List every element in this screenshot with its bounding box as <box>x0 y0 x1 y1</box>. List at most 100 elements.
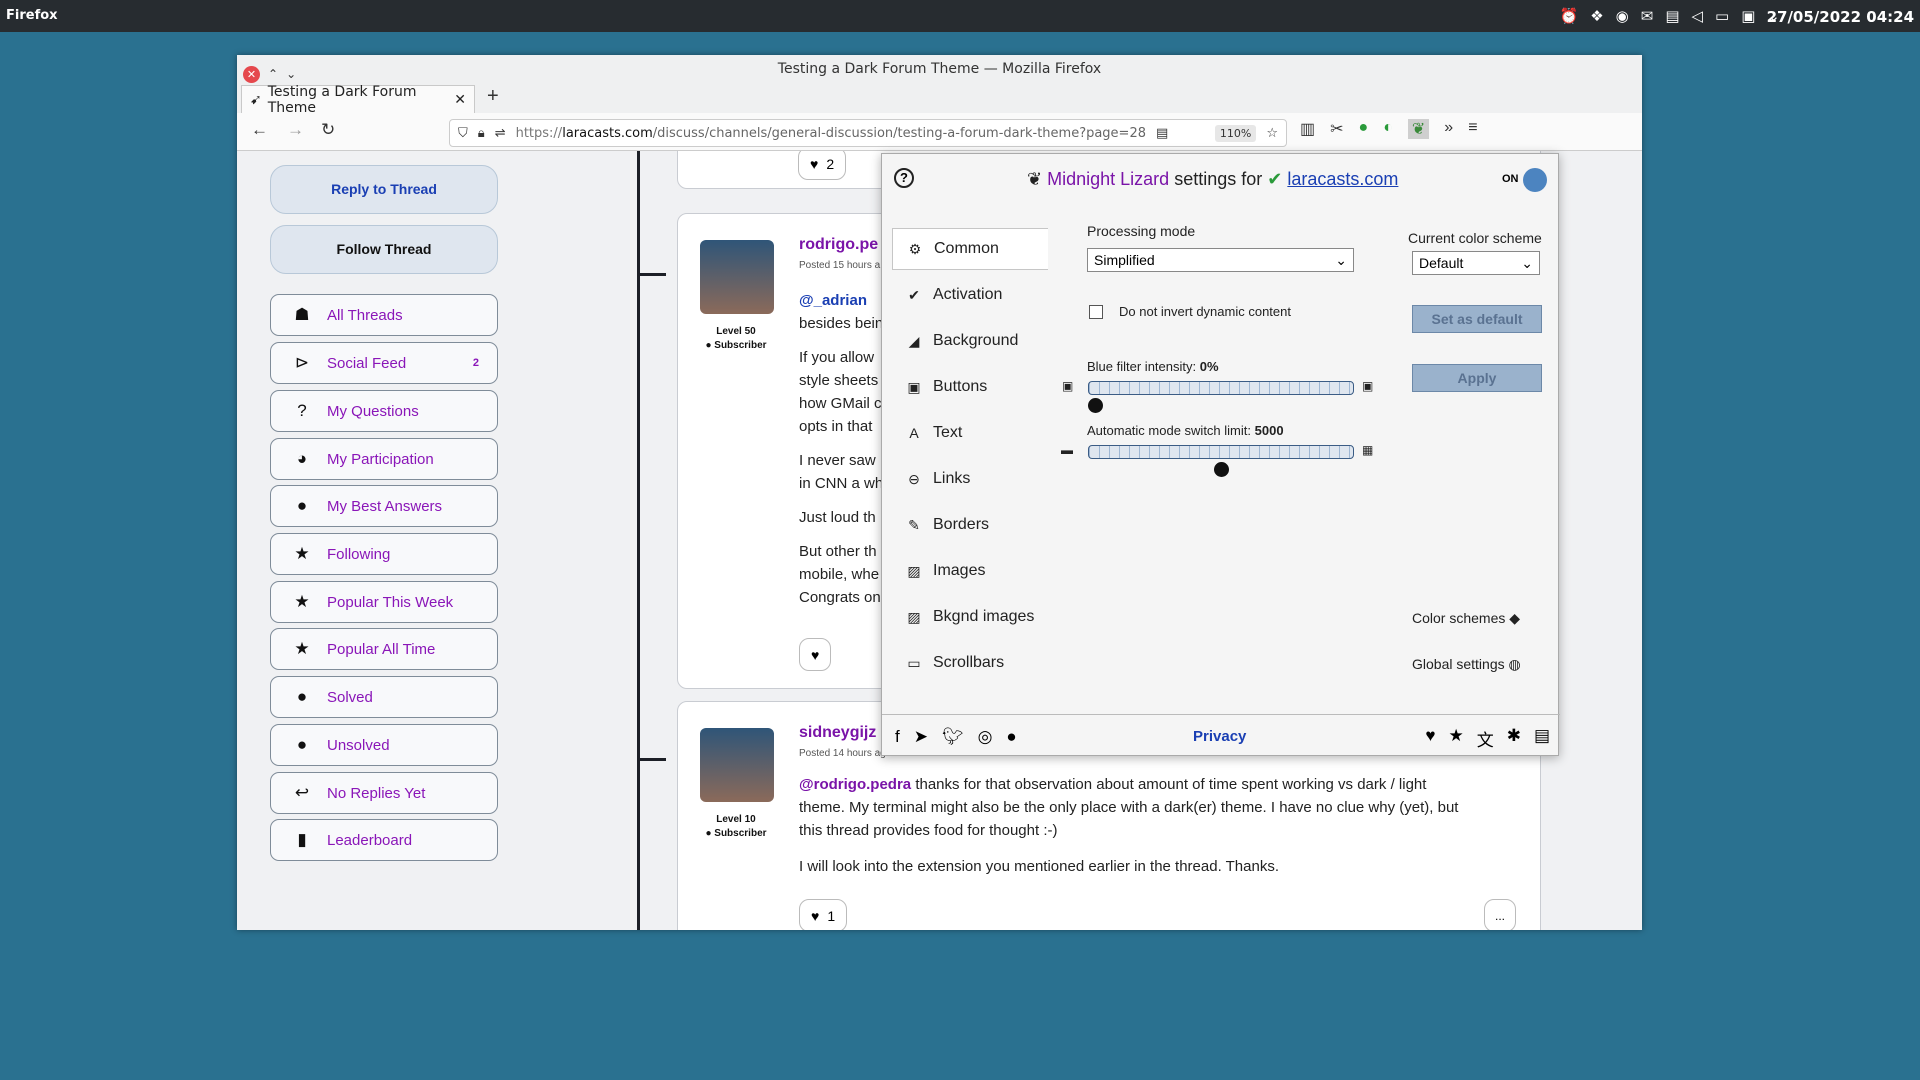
overflow-menu-icon[interactable]: » <box>1444 119 1453 139</box>
menu-background[interactable]: ◢ Background <box>892 320 1048 362</box>
color-schemes-link[interactable]: Color schemes ◆ <box>1412 610 1520 627</box>
sidebar-item-leaderboard[interactable]: ▮ Leaderboard <box>270 819 498 861</box>
color-scheme-select[interactable]: Default ⌄ <box>1412 251 1540 275</box>
mention-link[interactable]: @rodrigo.pedra <box>799 776 911 793</box>
on-off-toggle[interactable] <box>1523 168 1547 192</box>
sidebar-item-social-feed[interactable]: ⊳ Social Feed 2 <box>270 342 498 384</box>
auto-switch-slider-handle[interactable] <box>1213 462 1229 477</box>
global-settings-link[interactable]: Global settings ◍ <box>1412 656 1521 673</box>
apply-button[interactable]: Apply <box>1412 364 1542 392</box>
menu-text[interactable]: A Text <box>892 412 1048 454</box>
menu-links[interactable]: ⊖ Links <box>892 458 1048 500</box>
set-as-default-button[interactable]: Set as default <box>1412 305 1542 333</box>
menu-bkgnd-images[interactable]: ▨ Bkgnd images <box>892 596 1048 638</box>
heart-icon[interactable]: ♥ <box>1425 726 1435 751</box>
mention-link[interactable]: @_adrian <box>799 292 867 309</box>
url-bar[interactable]: ⛉ 🔒︎ ⇌ https://laracasts.com/discuss/cha… <box>449 119 1287 147</box>
menu-images[interactable]: ▨ Images <box>892 550 1048 592</box>
blue-filter-slider-handle[interactable] <box>1088 398 1103 413</box>
screenshot-icon[interactable]: ✂ <box>1330 119 1343 139</box>
bug-icon[interactable]: ✱ <box>1507 726 1521 751</box>
new-tab-button[interactable]: + <box>487 85 499 108</box>
thread-timeline <box>637 151 640 930</box>
more-options-button[interactable]: ... <box>1484 899 1517 930</box>
zoom-level[interactable]: 110% <box>1214 124 1257 142</box>
menu-label: Background <box>933 332 1019 349</box>
clipboard-icon: ▮ <box>297 830 307 849</box>
post-line: If you allow <box>799 349 875 366</box>
sidebar-item-all-threads[interactable]: ☗ All Threads <box>270 294 498 336</box>
alarm-icon[interactable]: ⏰ <box>1560 7 1579 25</box>
changelog-icon[interactable]: ▤ <box>1534 726 1550 751</box>
avatar[interactable] <box>700 240 774 314</box>
display-icon[interactable]: ▭ <box>1715 7 1729 25</box>
instagram-icon[interactable]: ◎ <box>978 727 993 747</box>
sidebar-item-my-participation[interactable]: ◕ My Participation <box>270 438 498 480</box>
menu-borders[interactable]: ✎ Borders <box>892 504 1048 546</box>
follow-thread-button[interactable]: Follow Thread <box>270 225 498 274</box>
help-icon[interactable]: ? <box>894 168 914 188</box>
github-icon[interactable]: ● <box>1006 727 1016 747</box>
sidebar-item-solved[interactable]: ● Solved <box>270 676 498 718</box>
avatar[interactable] <box>700 728 774 802</box>
hamburger-menu-icon[interactable]: ≡ <box>1468 119 1477 139</box>
window-close-button[interactable]: ✕ <box>243 65 260 83</box>
post-author[interactable]: sidneygijz <box>799 724 876 742</box>
no-invert-checkbox[interactable] <box>1089 305 1103 319</box>
menu-label: Images <box>933 562 986 579</box>
image-icon: ▨ <box>907 562 921 579</box>
tracking-shield-icon[interactable]: ⛉ <box>458 126 468 141</box>
accessibility-icon[interactable]: ◉ <box>1616 7 1629 25</box>
sidebar-item-my-questions[interactable]: ? My Questions <box>270 390 498 432</box>
facebook-icon[interactable]: f <box>895 727 900 747</box>
blue-filter-slider[interactable] <box>1088 381 1354 395</box>
permissions-icon[interactable]: ⇌ <box>495 126 506 141</box>
back-button[interactable]: ← <box>251 120 268 140</box>
sidebar-item-following[interactable]: ★ Following <box>270 533 498 575</box>
sidebar-item-popular-this-week[interactable]: ★ Popular This Week <box>270 581 498 623</box>
menu-common[interactable]: ⚙ Common <box>892 228 1048 270</box>
browser-tab[interactable]: ➹ Testing a Dark Forum Theme ✕ <box>241 84 475 116</box>
like-button[interactable]: ♥ 1 <box>799 899 848 930</box>
mute-icon[interactable]: ◁ <box>1692 7 1704 25</box>
reader-view-icon[interactable]: ▥ <box>1300 119 1315 139</box>
extension-shield-icon[interactable]: ◐ <box>1383 119 1393 139</box>
menu-scrollbars[interactable]: ▭ Scrollbars <box>892 642 1048 684</box>
menu-buttons[interactable]: ▣ Buttons <box>892 366 1048 408</box>
reload-button[interactable]: ↻ <box>321 120 335 140</box>
heart-icon: ♥ <box>811 646 820 663</box>
sidebar-item-popular-all-time[interactable]: ★ Popular All Time <box>270 628 498 670</box>
like-button[interactable]: ♥ <box>799 638 832 671</box>
system-clock[interactable]: 27/05/2022 04:24 <box>1767 8 1914 26</box>
monitor-icon[interactable]: ▣ <box>1741 7 1755 25</box>
midnight-lizard-icon[interactable]: ❦ <box>1407 119 1430 139</box>
menu-activation[interactable]: ✔ Activation <box>892 274 1048 316</box>
reply-to-thread-button[interactable]: Reply to Thread <box>270 165 498 214</box>
translate-icon[interactable]: 文 <box>1477 726 1494 751</box>
processing-mode-select[interactable]: Simplified ⌄ <box>1087 248 1354 272</box>
privacy-link[interactable]: Privacy <box>1193 728 1246 745</box>
sidebar-item-unsolved[interactable]: ● Unsolved <box>270 724 498 766</box>
like-button[interactable]: ♥ 2 <box>798 151 847 180</box>
tab-close-icon[interactable]: ✕ <box>454 92 466 108</box>
star-icon[interactable]: ★ <box>1448 726 1463 751</box>
mail-icon[interactable]: ✉ <box>1641 7 1654 25</box>
dropbox-icon[interactable]: ❖ <box>1590 7 1603 25</box>
extension-green-icon[interactable]: ● <box>1359 119 1369 139</box>
post-author[interactable]: rodrigo.pe <box>799 236 878 254</box>
sidebar-item-label: Popular This Week <box>327 593 454 611</box>
sidebar-item-label: My Questions <box>327 402 419 420</box>
lock-icon[interactable]: 🔒︎ <box>478 126 485 141</box>
sidebar-item-no-replies-yet[interactable]: ↩ No Replies Yet <box>270 772 498 814</box>
reader-mode-icon[interactable]: ▤ <box>1156 126 1168 141</box>
social-feed-count-badge: 2 <box>472 357 479 369</box>
twitter-icon[interactable]: 🐦︎ <box>942 727 964 747</box>
sidebar-item-my-best-answers[interactable]: ● My Best Answers <box>270 485 498 527</box>
clipboard-icon[interactable]: ▤ <box>1665 7 1679 25</box>
forward-button[interactable]: → <box>287 120 304 140</box>
auto-switch-slider[interactable] <box>1088 445 1354 459</box>
post-line: theme. My terminal might also be the onl… <box>799 799 1459 816</box>
site-domain-link[interactable]: laracasts.com <box>1287 169 1398 189</box>
bookmark-star-icon[interactable]: ☆ <box>1266 126 1278 141</box>
telegram-icon[interactable]: ➤ <box>914 727 928 747</box>
